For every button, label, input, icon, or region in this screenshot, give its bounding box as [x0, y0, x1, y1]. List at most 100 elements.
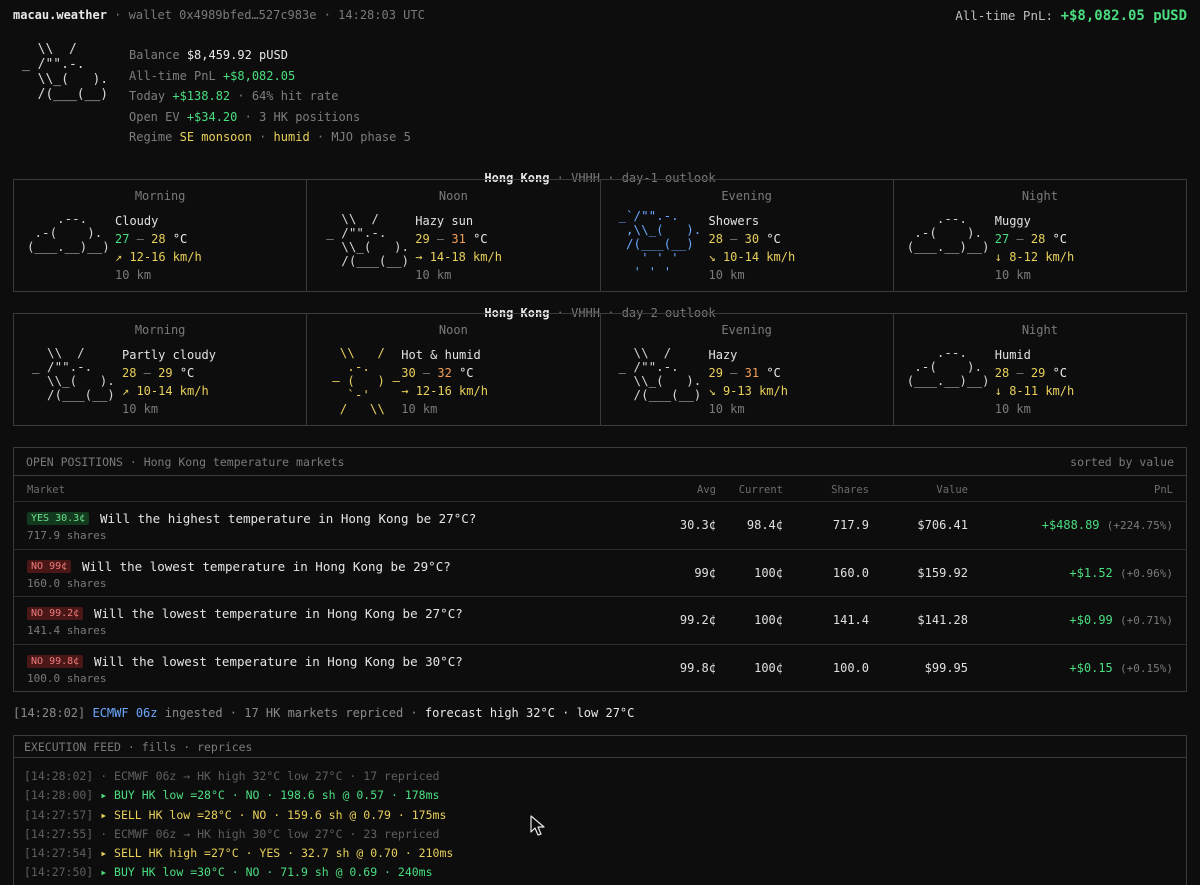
table-row[interactable]: NO 99.8¢ Will the lowest temperature in H…	[14, 645, 1186, 693]
balance-label: Balance	[129, 48, 180, 62]
col-value[interactable]: Value	[936, 484, 968, 496]
feed-line: [14:27:57] ▸ SELL HK low =28°C · NO · 15…	[24, 806, 453, 825]
regime-mjo: · MJO phase 5	[316, 130, 411, 145]
outlook-cell-evening: Evening _`/"".-. ,\\_( ). /(___(__) ' ' '…	[601, 180, 894, 291]
forecast-info: Hot & humid 30 – 32 °C → 12-16 km/h 10 km	[401, 346, 488, 418]
weather-ascii-icon: .--. .-( ). (___.__)__)	[906, 211, 990, 254]
weather-ascii-icon: \\ / .-. ― ( ) ― `-' / \\	[332, 345, 400, 416]
table-row[interactable]: NO 99.2¢ Will the lowest temperature in H…	[14, 597, 1186, 645]
period-label: Night	[1021, 189, 1058, 203]
wallet-address[interactable]: wallet 0x4989bfed…527c983e	[129, 8, 317, 22]
condition: Muggy	[994, 214, 1031, 228]
feed-timestamp: [14:28:02]	[24, 769, 94, 783]
weather-ascii-icon: _`/"".-. ,\\_( ). /(___(__) ' ' ' ' ' '	[618, 208, 702, 279]
shares: 160.0	[832, 565, 869, 580]
wind: ↘ 9-13 km/h	[708, 384, 788, 398]
wind: ↗ 10-14 km/h	[122, 384, 209, 398]
temp-low: 29	[708, 366, 723, 380]
shares-line: 141.4 shares	[27, 624, 107, 637]
market-question[interactable]: Will the lowest temperature in Hong Kong…	[94, 654, 463, 669]
today-value: +$138.82	[172, 89, 231, 104]
visibility: 10 km	[401, 402, 438, 416]
forecast-info: Hazy 29 – 31 °C ↘ 9-13 km/h 10 km	[709, 346, 788, 418]
col-market[interactable]: Market	[27, 484, 65, 496]
positions-rows: YES 30.3¢ Will the highest temperature in…	[14, 502, 1186, 692]
header-pnl-value: +$8,082.05 pUSD	[1060, 8, 1187, 24]
temp-low: 28	[708, 232, 723, 246]
outlook-cell-noon: Noon \\ / _ /"".-. \\_( ). /(___(__) Hazy…	[307, 180, 601, 291]
current-price: 98.4¢	[746, 518, 783, 532]
feed-timestamp: [14:27:54]	[24, 846, 94, 861]
table-row[interactable]: YES 30.3¢ Will the highest temperature in…	[14, 502, 1186, 550]
temp-low: 27	[994, 232, 1010, 246]
temp-unit: °C	[179, 366, 195, 380]
wind: ↓ 8-12 km/h	[994, 250, 1075, 264]
market-question[interactable]: Will the highest temperature in Hong Kon…	[100, 511, 476, 526]
col-pnl[interactable]: PnL	[1154, 484, 1173, 496]
positions-title: OPEN POSITIONS · Hong Kong temperature m…	[26, 455, 345, 469]
market-question[interactable]: Will the lowest temperature in Hong Kong…	[94, 606, 463, 621]
current-price: 100¢	[754, 565, 783, 580]
temp-low: 30	[401, 366, 416, 380]
side-badge: NO 99¢	[27, 559, 72, 573]
temp-low: 29	[415, 232, 430, 246]
regime-row: Regime SE monsoon · humid · MJO phase 5	[129, 127, 411, 148]
weather-ascii-icon: \\ / _ /"".-. \\_( ). /(___(__)	[618, 345, 702, 402]
shares: 717.9	[832, 518, 869, 532]
temp-low: 28	[994, 366, 1010, 380]
open-ev-row: Open EV +$34.20 · 3 HK positions	[129, 107, 411, 128]
condition: Hazy sun	[415, 214, 474, 228]
forecast-info: Humid 28 – 29 °C ↓ 8-11 km/h 10 km	[995, 346, 1074, 418]
current-price: 100¢	[754, 660, 783, 675]
temperature-range: 27 – 28 °C	[994, 232, 1068, 246]
side-badge: NO 99.2¢	[27, 607, 84, 620]
pnl-value: +$8,082.05	[222, 68, 296, 83]
today-row: Today +$138.82 · 64% hit rate	[129, 86, 411, 107]
positions-sort[interactable]: sorted by value	[1070, 455, 1174, 469]
temperature-range: 29 – 31 °C	[708, 366, 781, 380]
value: $706.41	[917, 518, 968, 532]
feed-line: [14:27:54] ▸ SELL HK high =27°C · YES · …	[24, 844, 453, 863]
balance-row: Balance $8,459.92 pUSD	[129, 45, 411, 66]
feed-text: ▸ SELL HK high =27°C · YES · 32.7 sh @ 0…	[100, 846, 454, 861]
temp-unit: °C	[766, 366, 781, 380]
side-badge: NO 99.8¢	[27, 654, 84, 668]
period-label: Evening	[721, 189, 772, 203]
status-line: [14:28:02] ECMWF 06z ingested · 17 HK ma…	[13, 706, 634, 720]
pnl-label: All-time PnL	[129, 68, 216, 83]
wind: ↓ 8-11 km/h	[994, 384, 1075, 398]
balance-value: $8,459.92 pUSD	[186, 48, 288, 62]
col-current[interactable]: Current	[739, 484, 783, 496]
temp-high: 30	[744, 232, 760, 246]
regime-separator: ·	[259, 130, 267, 145]
execution-feed[interactable]: EXECUTION FEED · fills · reprices [14:28…	[13, 735, 1187, 885]
col-avg[interactable]: Avg	[697, 484, 716, 496]
header-left: macau.weather · wallet 0x4989bfed…527c98…	[13, 8, 425, 22]
outlook-cell-evening: Evening \\ / _ /"".-. \\_( ). /(___(__) H…	[601, 314, 894, 425]
market-question[interactable]: Will the lowest temperature in Hong Kong…	[82, 559, 451, 574]
temp-unit: °C	[473, 232, 488, 246]
feed-text: ▸ BUY HK low =30°C · NO · 71.9 sh @ 0.69…	[100, 865, 433, 880]
value: $141.28	[917, 613, 968, 627]
col-shares[interactable]: Shares	[831, 484, 869, 496]
condition: Partly cloudy	[122, 348, 216, 362]
condition: Cloudy	[115, 214, 159, 228]
period-label: Morning	[134, 189, 186, 203]
table-row[interactable]: NO 99¢ Will the lowest temperature in Hon…	[14, 550, 1186, 597]
avg-price: 99.8¢	[679, 660, 716, 675]
period-label: Noon	[438, 323, 468, 337]
mouse-cursor-icon	[530, 815, 545, 836]
period-label: Morning	[134, 323, 186, 337]
side-badge: YES 30.3¢	[27, 512, 90, 525]
feed-text: · ECMWF 06z → HK high 32°C low 27°C · 17…	[100, 769, 440, 783]
temperature-range: 29 – 31 °C	[415, 232, 488, 246]
shares-line: 100.0 shares	[27, 671, 107, 685]
temp-unit: °C	[1052, 232, 1068, 246]
condition: Showers	[708, 214, 760, 228]
period-label: Noon	[438, 189, 468, 203]
regime-monsoon: SE monsoon	[179, 130, 252, 145]
pnl: +$1.52 (+0.96%)	[1069, 565, 1173, 580]
visibility: 10 km	[708, 402, 745, 416]
wind: → 14-18 km/h	[415, 250, 502, 264]
feed-timestamp: [14:27:50]	[24, 865, 94, 880]
